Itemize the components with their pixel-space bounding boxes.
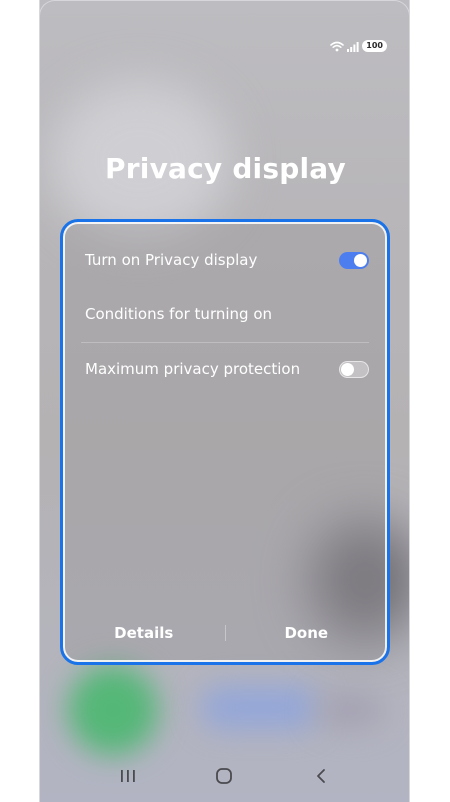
done-button[interactable]: Done	[226, 624, 388, 642]
turn-on-privacy-display-row[interactable]: Turn on Privacy display	[85, 242, 369, 278]
signal-icon	[347, 41, 359, 52]
home-icon[interactable]	[212, 764, 236, 788]
toggle-knob	[354, 253, 367, 267]
status-bar: 100	[330, 40, 387, 52]
back-icon[interactable]	[309, 764, 333, 788]
option-label: Turn on Privacy display	[85, 251, 258, 269]
details-button[interactable]: Details	[63, 624, 225, 642]
maximum-privacy-protection-row[interactable]: Maximum privacy protection	[85, 351, 369, 387]
recents-icon[interactable]	[116, 764, 140, 788]
background-blur	[315, 690, 385, 730]
toggle-knob	[341, 362, 354, 376]
page-title: Privacy display	[105, 152, 346, 185]
privacy-display-panel: Turn on Privacy display Conditions for t…	[60, 219, 390, 665]
dialog-footer: Details Done	[63, 618, 387, 648]
privacy-display-toggle[interactable]	[339, 251, 369, 269]
phone-screen: 100 Privacy display Turn on Privacy disp…	[39, 0, 410, 802]
wifi-icon	[330, 41, 345, 52]
option-label: Maximum privacy protection	[85, 360, 301, 378]
option-label: Conditions for turning on	[85, 305, 273, 323]
background-blur	[68, 665, 158, 755]
conditions-for-turning-on-row[interactable]: Conditions for turning on	[85, 296, 369, 332]
navigation-bar	[40, 764, 409, 788]
battery-level: 100	[362, 40, 387, 52]
maximum-privacy-toggle[interactable]	[339, 360, 369, 378]
background-blur	[200, 685, 320, 730]
divider	[81, 342, 369, 343]
